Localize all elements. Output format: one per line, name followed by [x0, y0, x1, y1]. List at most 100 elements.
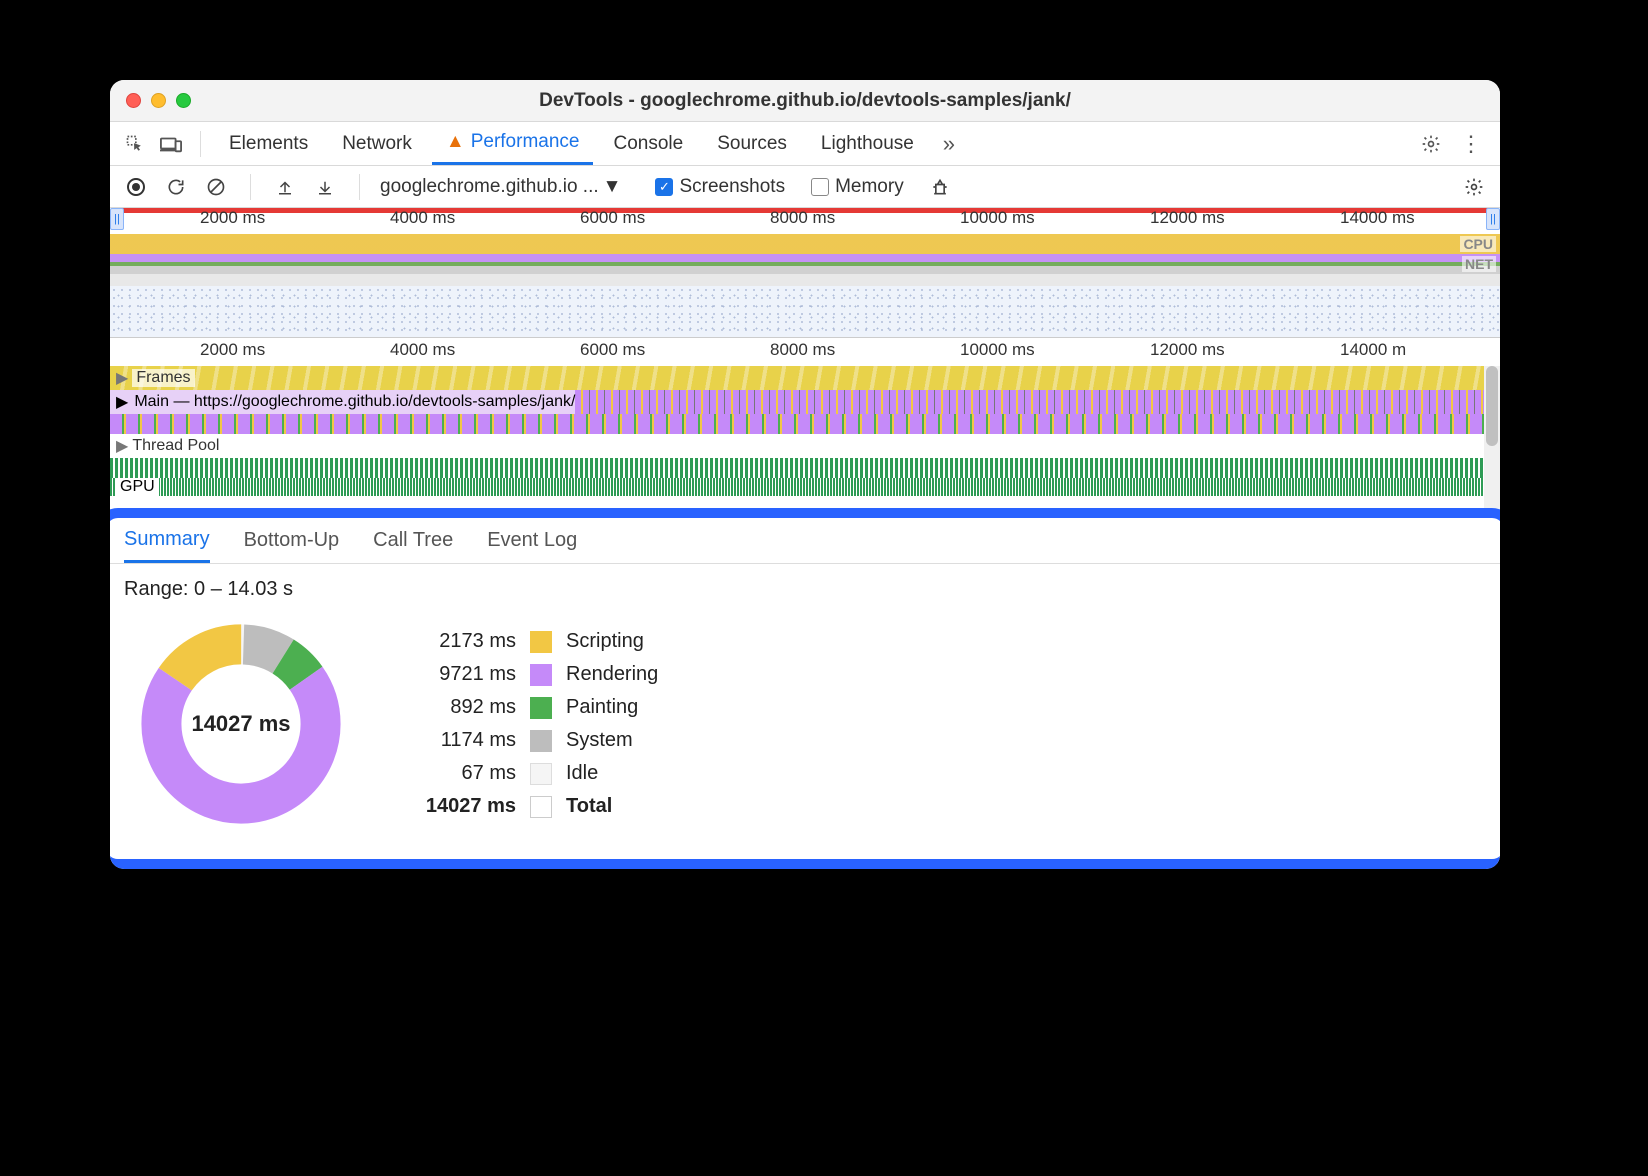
checkbox-icon [811, 178, 829, 196]
summary-legend: 2173 ms Scripting 9721 ms Rendering 892 … [406, 630, 658, 818]
tab-label: Performance [471, 131, 580, 153]
garbage-collect-icon[interactable] [926, 173, 954, 201]
subtab-summary[interactable]: Summary [124, 518, 210, 563]
scrollbar-thumb[interactable] [1486, 366, 1498, 446]
divider [359, 174, 360, 200]
close-window-button[interactable] [126, 93, 141, 108]
swatch-system [530, 730, 552, 752]
more-tabs-icon[interactable]: » [934, 129, 964, 159]
tab-console[interactable]: Console [599, 122, 697, 165]
summary-panel-highlight: Summary Bottom-Up Call Tree Event Log Ra… [110, 508, 1500, 869]
details-subtabs: Summary Bottom-Up Call Tree Event Log [110, 518, 1500, 564]
legend-row-system: 1174 ms System [406, 729, 658, 752]
threadpool-track[interactable]: ▶ Thread Pool [110, 434, 1500, 458]
tab-performance[interactable]: ▲ Performance [432, 122, 594, 165]
target-label: googlechrome.github.io ... [380, 176, 599, 198]
tab-label: Sources [717, 133, 787, 155]
ruler-tick: 10000 ms [960, 208, 1035, 228]
subtab-label: Call Tree [373, 529, 453, 551]
screenshots-checkbox[interactable]: ✓ Screenshots [655, 176, 785, 198]
range-handle-left[interactable]: || [110, 208, 124, 230]
swatch-idle [530, 763, 552, 785]
gpu-track[interactable]: GPU [110, 478, 1500, 496]
clear-button[interactable] [202, 173, 230, 201]
legend-label: Total [566, 795, 612, 818]
tab-elements[interactable]: Elements [215, 122, 322, 165]
legend-value: 14027 ms [406, 795, 516, 818]
expand-icon[interactable]: ▶ [116, 368, 128, 388]
range-handle-right[interactable]: || [1486, 208, 1500, 230]
ruler-tick: 8000 ms [770, 208, 835, 228]
ruler-tick: 14000 ms [1340, 208, 1415, 228]
overview-ruler[interactable]: || || 2000 ms 4000 ms 6000 ms 8000 ms 10… [110, 208, 1500, 234]
tab-label: Network [342, 133, 412, 155]
target-dropdown[interactable]: googlechrome.github.io ... ▼ [380, 176, 621, 198]
tab-network[interactable]: Network [328, 122, 426, 165]
minimize-window-button[interactable] [151, 93, 166, 108]
zoom-window-button[interactable] [176, 93, 191, 108]
reload-record-button[interactable] [162, 173, 190, 201]
ruler-tick: 14000 m [1340, 340, 1406, 360]
legend-value: 67 ms [406, 762, 516, 785]
swatch-rendering [530, 664, 552, 686]
track-label: Thread Pool [132, 437, 219, 455]
warning-icon: ▲ [446, 131, 465, 153]
main-subtrack[interactable] [110, 414, 1500, 434]
subtab-label: Event Log [487, 529, 577, 551]
ruler-tick: 2000 ms [200, 340, 265, 360]
swatch-painting [530, 697, 552, 719]
main-track[interactable]: ▶ Main — https://googlechrome.github.io/… [110, 390, 1500, 414]
flame-ruler[interactable]: 2000 ms 4000 ms 6000 ms 8000 ms 10000 ms… [110, 338, 1500, 366]
net-overview [110, 274, 1500, 286]
titlebar: DevTools - googlechrome.github.io/devtoo… [110, 80, 1500, 122]
legend-row-painting: 892 ms Painting [406, 696, 658, 719]
tab-label: Console [613, 133, 683, 155]
download-icon[interactable] [311, 173, 339, 201]
ruler-tick: 4000 ms [390, 208, 455, 228]
upload-icon[interactable] [271, 173, 299, 201]
tab-sources[interactable]: Sources [703, 122, 801, 165]
legend-row-rendering: 9721 ms Rendering [406, 663, 658, 686]
legend-label: System [566, 729, 633, 752]
vertical-scrollbar[interactable] [1484, 366, 1500, 516]
ruler-tick: 6000 ms [580, 340, 645, 360]
subtab-bottom-up[interactable]: Bottom-Up [244, 529, 340, 552]
track-label: GPU [116, 478, 159, 496]
legend-row-total: 14027 ms Total [406, 795, 658, 818]
device-toolbar-icon[interactable] [156, 129, 186, 159]
frames-track[interactable]: ▶ Frames [110, 366, 1500, 390]
chevron-down-icon: ▼ [603, 176, 622, 198]
ruler-tick: 10000 ms [960, 340, 1035, 360]
legend-value: 9721 ms [406, 663, 516, 686]
window-controls [126, 93, 191, 108]
inspect-element-icon[interactable] [120, 129, 150, 159]
track-label: Frames [132, 369, 194, 387]
devtools-window: DevTools - googlechrome.github.io/devtoo… [110, 80, 1500, 869]
ruler-tick: 6000 ms [580, 208, 645, 228]
tab-lighthouse[interactable]: Lighthouse [807, 122, 928, 165]
expand-icon[interactable]: ▶ [116, 392, 128, 412]
overview-pane[interactable]: || || 2000 ms 4000 ms 6000 ms 8000 ms 10… [110, 208, 1500, 338]
tab-label: Elements [229, 133, 308, 155]
memory-checkbox[interactable]: Memory [811, 176, 904, 198]
divider [200, 131, 201, 157]
ruler-tick: 4000 ms [390, 340, 455, 360]
legend-label: Scripting [566, 630, 644, 653]
range-label: Range: 0 – 14.03 s [110, 564, 1500, 615]
subtab-event-log[interactable]: Event Log [487, 529, 577, 552]
settings-icon[interactable] [1416, 129, 1446, 159]
kebab-menu-icon[interactable]: ⋮ [1456, 129, 1486, 159]
expand-icon[interactable]: ▶ [116, 436, 128, 456]
flame-chart[interactable]: ▶ Frames ▶ Main — https://googlechrome.g… [110, 366, 1500, 516]
legend-row-scripting: 2173 ms Scripting [406, 630, 658, 653]
swatch-scripting [530, 631, 552, 653]
ruler-tick: 2000 ms [200, 208, 265, 228]
track-label: Main — https://googlechrome.github.io/de… [134, 393, 575, 411]
record-button[interactable] [122, 173, 150, 201]
subtab-call-tree[interactable]: Call Tree [373, 529, 453, 552]
ruler-tick: 8000 ms [770, 340, 835, 360]
panel-tabs: Elements Network ▲ Performance Console S… [110, 122, 1500, 166]
capture-settings-icon[interactable] [1460, 173, 1488, 201]
legend-value: 892 ms [406, 696, 516, 719]
swatch-total [530, 796, 552, 818]
